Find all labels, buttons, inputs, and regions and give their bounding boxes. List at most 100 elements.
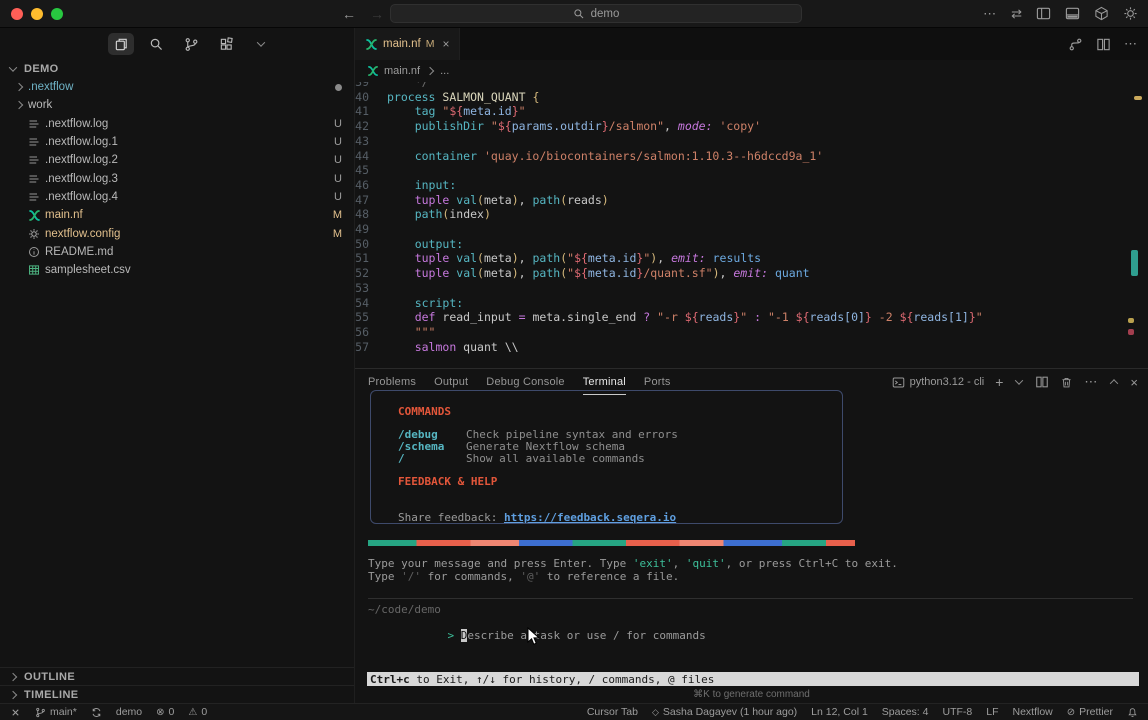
code-text: tag "${meta.id}" xyxy=(387,104,526,119)
statusbar-item-0[interactable]: ⊗0 xyxy=(156,706,174,718)
file-item-main.nf[interactable]: main.nfM xyxy=(0,206,354,224)
terminal-view[interactable]: COMMANDS /debugCheck pipeline syntax and… xyxy=(355,395,1148,703)
statusbar-item-prettier[interactable]: ⊘Prettier xyxy=(1067,706,1113,718)
more-actions-icon[interactable]: ⋯ xyxy=(983,6,997,22)
vscode-window: ← → demo ⋯ ⇄ xyxy=(0,0,1148,720)
file-item-README.md[interactable]: README.md xyxy=(0,243,354,261)
swap-arrows-icon[interactable]: ⇄ xyxy=(1011,6,1022,22)
close-window-icon[interactable] xyxy=(11,8,23,20)
line-number: 40 xyxy=(355,90,387,105)
sidebar-bottom-sections: OUTLINE TIMELINE xyxy=(0,667,354,703)
line-number: 54 xyxy=(355,296,387,311)
terminal-dropdown-icon[interactable] xyxy=(1014,377,1024,387)
close-icon[interactable]: × xyxy=(442,37,449,51)
settings-gear-icon[interactable] xyxy=(1123,6,1138,21)
toggle-panel-icon[interactable] xyxy=(1065,6,1080,21)
code-line-41: 41 tag "${meta.id}" xyxy=(355,104,1148,119)
toggle-sidebar-icon[interactable] xyxy=(1036,6,1051,21)
file-item-.nextflow.log.4[interactable]: .nextflow.log.4U xyxy=(0,188,354,206)
code-line-57: 57 salmon quant \\ xyxy=(355,340,1148,355)
split-terminal-icon[interactable] xyxy=(1035,375,1049,389)
file-item-.nextflow[interactable]: .nextflow xyxy=(0,78,354,96)
explorer-icon[interactable] xyxy=(108,33,134,55)
feedback-heading: FEEDBACK & HELP xyxy=(398,475,842,488)
outline-label: OUTLINE xyxy=(24,671,75,683)
code-text: process SALMON_QUANT { xyxy=(387,90,539,105)
scrollbar-thumb[interactable] xyxy=(1131,250,1138,276)
file-name: main.nf xyxy=(45,209,83,221)
explorer-root-header[interactable]: DEMO xyxy=(0,60,354,78)
search-icon xyxy=(573,8,585,20)
statusbar-item-bell[interactable] xyxy=(1127,707,1138,718)
line-number: 39 xyxy=(355,82,387,90)
activity-bar xyxy=(0,28,354,60)
more-actions-icon[interactable]: ⋯ xyxy=(1124,36,1138,52)
new-terminal-icon[interactable]: + xyxy=(995,374,1003,390)
code-editor[interactable]: 39 */40process SALMON_QUANT {41 tag "${m… xyxy=(355,82,1148,368)
statusbar-item-demo[interactable]: demo xyxy=(116,706,142,718)
kill-terminal-trash-icon[interactable] xyxy=(1060,376,1073,389)
file-item-.nextflow.log.1[interactable]: .nextflow.log.1U xyxy=(0,133,354,151)
views-more-chevron-icon[interactable] xyxy=(248,33,274,55)
breadcrumb-file[interactable]: main.nf xyxy=(384,65,420,77)
command-center-search[interactable]: demo xyxy=(390,4,802,23)
statusbar-item-cursor-tab[interactable]: Cursor Tab xyxy=(587,706,638,718)
statusbar-item-main[interactable]: main* xyxy=(35,706,77,718)
code-line-46: 46 input: xyxy=(355,178,1148,193)
close-panel-icon[interactable]: × xyxy=(1130,375,1138,390)
history-nav: ← → xyxy=(342,6,384,22)
chevron-right-icon xyxy=(8,672,18,682)
code-text: tuple val(meta), path(reads) xyxy=(387,193,609,208)
chevron-right-icon xyxy=(14,100,24,110)
brand-color-strip xyxy=(368,540,855,546)
cube-layout-icon[interactable] xyxy=(1094,6,1109,21)
line-number: 50 xyxy=(355,237,387,252)
git-status-badge: U xyxy=(334,154,342,166)
log-file-icon xyxy=(28,173,45,185)
outline-section[interactable]: OUTLINE xyxy=(0,667,354,685)
code-line-43: 43 xyxy=(355,134,1148,149)
panel-more-icon[interactable]: ⋯ xyxy=(1084,374,1098,390)
statusbar-item-lf[interactable]: LF xyxy=(986,706,998,718)
source-control-icon[interactable] xyxy=(178,33,204,55)
breadcrumb-more[interactable]: ... xyxy=(440,65,449,77)
line-number: 46 xyxy=(355,178,387,193)
file-item-nextflow.config[interactable]: nextflow.configM xyxy=(0,224,354,242)
line-number: 43 xyxy=(355,134,387,149)
split-editor-icon[interactable] xyxy=(1096,37,1111,52)
back-arrow-icon[interactable]: ← xyxy=(342,6,356,22)
statusbar-item-remote[interactable] xyxy=(10,707,21,718)
tab-main-nf[interactable]: main.nf M × xyxy=(355,28,460,60)
statusbar-item-utf-8[interactable]: UTF-8 xyxy=(942,706,972,718)
file-item-.nextflow.log.2[interactable]: .nextflow.log.2U xyxy=(0,151,354,169)
timeline-section[interactable]: TIMELINE xyxy=(0,685,354,703)
statusbar-item-sync[interactable] xyxy=(91,707,102,718)
maximize-panel-icon[interactable] xyxy=(1109,377,1119,387)
file-item-.nextflow.log[interactable]: .nextflow.logU xyxy=(0,115,354,133)
extensions-icon[interactable] xyxy=(213,33,239,55)
statusbar-item-0[interactable]: ⚠0 xyxy=(188,706,207,718)
file-item-samplesheet.csv[interactable]: samplesheet.csv xyxy=(0,261,354,279)
remote-icon xyxy=(10,707,21,718)
mouse-cursor xyxy=(527,627,541,652)
search-view-icon[interactable] xyxy=(143,33,169,55)
titlebar-actions: ⋯ ⇄ xyxy=(983,6,1138,22)
forward-arrow-icon[interactable]: → xyxy=(370,6,384,22)
statusbar-item-spaces-4[interactable]: Spaces: 4 xyxy=(882,706,929,718)
shell-selector[interactable]: python3.12 - cli xyxy=(892,376,985,389)
minimize-window-icon[interactable] xyxy=(31,8,43,20)
statusbar-item-sasha-dagayev-1-hour-ago[interactable]: ◇Sasha Dagayev (1 hour ago) xyxy=(652,706,797,718)
file-item-work[interactable]: work xyxy=(0,96,354,114)
maximize-window-icon[interactable] xyxy=(51,8,63,20)
feedback-link[interactable]: https://feedback.seqera.io xyxy=(504,511,676,524)
line-number: 42 xyxy=(355,119,387,134)
statusbar-item-nextflow[interactable]: Nextflow xyxy=(1013,706,1053,718)
source-control-graph-icon[interactable] xyxy=(1068,37,1083,52)
csv-file-icon xyxy=(28,264,45,276)
code-text: */ xyxy=(387,82,429,90)
file-name: work xyxy=(28,99,52,111)
statusbar-item-ln-12-col-1[interactable]: Ln 12, Col 1 xyxy=(811,706,868,718)
warning-icon: ⚠ xyxy=(188,707,197,718)
breadcrumb[interactable]: main.nf ... xyxy=(355,60,1148,82)
file-item-.nextflow.log.3[interactable]: .nextflow.log.3U xyxy=(0,169,354,187)
